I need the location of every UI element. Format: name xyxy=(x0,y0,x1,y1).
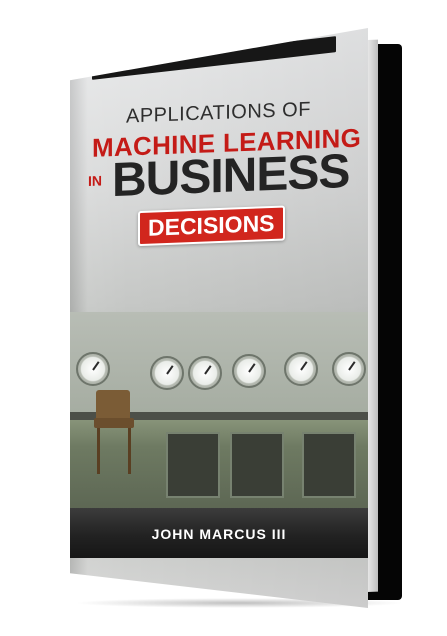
chair-leg xyxy=(128,428,131,474)
chair-leg xyxy=(97,428,100,474)
book-mockup: APPLICATIONS OF MACHINE LEARNING IN BUSI… xyxy=(0,0,447,636)
desk-panel xyxy=(166,432,220,498)
gauge-icon xyxy=(332,352,366,386)
title-line-business: BUSINESS xyxy=(112,144,350,208)
book-front-cover: APPLICATIONS OF MACHINE LEARNING IN BUSI… xyxy=(70,28,368,608)
title-line-applications: APPLICATIONS OF xyxy=(126,98,311,128)
gauge-icon xyxy=(284,352,318,386)
chair-back xyxy=(96,390,130,420)
desk-panel xyxy=(302,432,356,498)
gauge-icon xyxy=(188,356,222,390)
gauge-icon xyxy=(76,352,110,386)
author-name: JOHN MARCUS III xyxy=(151,526,287,542)
title-badge-decisions: DECISIONS xyxy=(138,205,285,247)
book-title-block: APPLICATIONS OF MACHINE LEARNING IN BUSI… xyxy=(70,86,368,257)
chair-seat xyxy=(94,418,134,428)
gauge-icon xyxy=(150,356,184,390)
gauge-icon xyxy=(232,354,266,388)
title-word-in: IN xyxy=(88,172,102,190)
desk-panel xyxy=(230,432,284,498)
chair-icon xyxy=(94,390,138,474)
